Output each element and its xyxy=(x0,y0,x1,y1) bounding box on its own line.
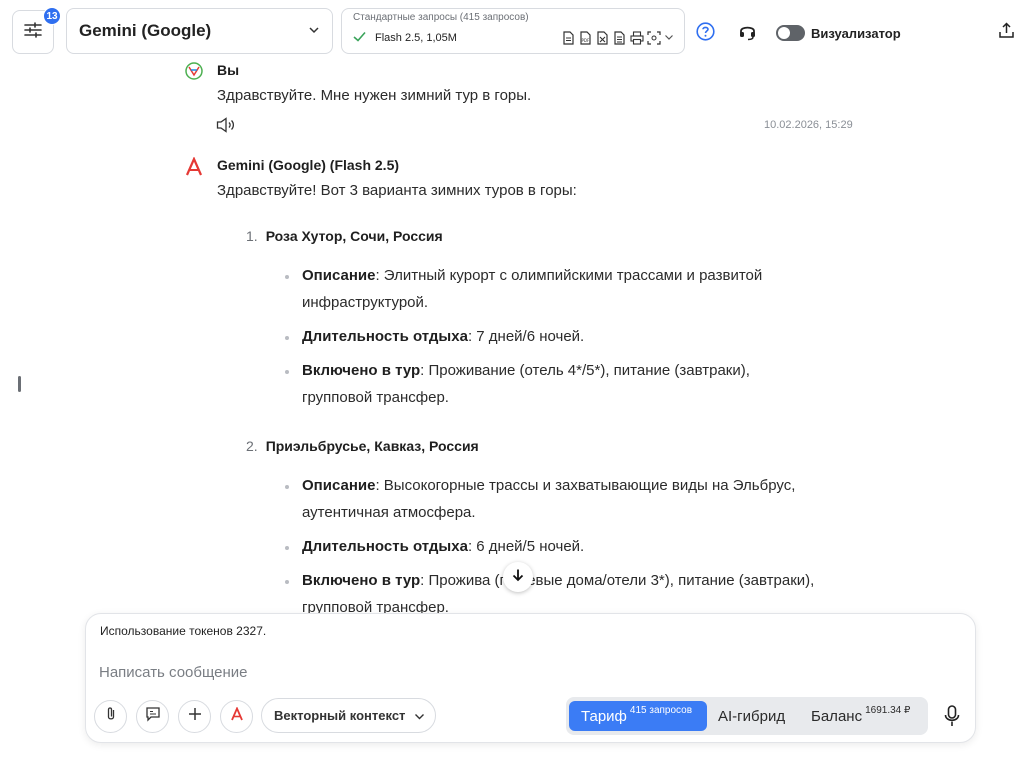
list-number: 2. xyxy=(246,438,258,454)
user-avatar-icon xyxy=(184,61,204,81)
bullet-label: Длительность отдыха xyxy=(302,328,468,345)
top-bar: 13 Gemini (Google) Стандартные запросы (… xyxy=(0,0,1024,60)
user-message-text: Здравствуйте. Мне нужен зимний тур в гор… xyxy=(217,87,532,104)
tour-title: Роза Хутор, Сочи, Россия xyxy=(265,228,443,244)
help-icon[interactable] xyxy=(696,22,715,46)
print-icon[interactable] xyxy=(630,31,644,45)
headset-icon[interactable] xyxy=(738,22,757,46)
tour-title: Приэльбрусье, Кавказ, Россия xyxy=(265,438,479,454)
bullet-label: Длительность отдыха xyxy=(302,538,468,555)
bullet-label: Включено в тур xyxy=(302,572,421,589)
text-file-icon[interactable] xyxy=(613,31,626,45)
user-author: Вы xyxy=(217,62,240,78)
vector-context-label: Векторный контекст xyxy=(274,708,406,723)
speaker-icon[interactable] xyxy=(216,117,236,138)
bullet-label: Включено в тур xyxy=(302,362,421,379)
tour-section: 2. Приэльбрусье, Кавказ, Россия Описание… xyxy=(216,436,856,614)
arrow-down-icon xyxy=(511,568,525,587)
toggle-knob xyxy=(778,27,790,39)
balance-label: Баланс xyxy=(811,707,863,725)
tariff-label: Тариф xyxy=(581,707,627,725)
list-item: Описание: Элитный курорт с олимпийскими … xyxy=(285,262,822,316)
notification-badge: 13 xyxy=(43,7,61,25)
model-switch-button[interactable] xyxy=(220,700,253,733)
bot-intro-text: Здравствуйте! Вот 3 варианта зимних туро… xyxy=(217,182,577,199)
balance-tab[interactable]: Баланс 1691.34 ₽ xyxy=(811,701,910,731)
tariff-requests: 415 запросов xyxy=(629,704,693,716)
prompt-button[interactable] xyxy=(136,700,169,733)
billing-mode-switch: Тариф 415 запросов AI-гибрид Баланс 1691.3… xyxy=(566,697,928,735)
scroll-down-button[interactable] xyxy=(503,562,533,592)
list-number: 1. xyxy=(246,228,258,244)
gemini-logo-icon xyxy=(230,706,244,726)
list-item: Длительность отдыха: 6 дней/5 ночей. xyxy=(285,533,822,560)
message-input[interactable]: Написать сообщение xyxy=(99,664,248,681)
chat-area: Вы Здравствуйте. Мне нужен зимний тур в … xyxy=(0,58,1024,614)
paperclip-icon xyxy=(104,706,118,727)
list-item: Включено в тур: Прожива (гостевые дома/о… xyxy=(285,567,822,614)
message-composer: Использование токенов 2327. Написать соо… xyxy=(85,613,976,743)
bullet-label: Описание xyxy=(302,267,376,284)
tariff-tab[interactable]: Тариф 415 запросов xyxy=(569,701,707,731)
chevron-down-icon[interactable] xyxy=(664,29,674,47)
tour-section: 1. Роза Хутор, Сочи, Россия Описание: Эл… xyxy=(216,226,856,411)
vector-context-select[interactable]: Векторный контекст xyxy=(261,698,436,733)
attach-button[interactable] xyxy=(94,700,127,733)
visualizer-toggle[interactable] xyxy=(776,25,805,41)
share-upload-icon[interactable] xyxy=(998,22,1015,44)
svg-text:PDF: PDF xyxy=(582,38,590,43)
chat-bubble-icon xyxy=(145,706,161,727)
check-icon xyxy=(353,31,366,45)
bullet-label: Описание xyxy=(302,477,376,494)
plus-icon xyxy=(188,707,202,726)
pdf-icon[interactable]: PDF xyxy=(579,31,592,45)
chevron-down-icon xyxy=(308,23,320,41)
resize-handle[interactable] xyxy=(18,376,21,392)
bullet-text: : Высокогорные трассы и захватывающие ви… xyxy=(302,477,796,521)
plan-select[interactable]: Стандартные запросы (415 запросов) Flash… xyxy=(341,8,685,54)
bot-author: Gemini (Google) (Flash 2.5) xyxy=(217,157,400,173)
bullet-text: : 7 дней/6 ночей. xyxy=(467,328,585,345)
document-icon[interactable] xyxy=(562,31,575,45)
model-name: Gemini (Google) xyxy=(79,21,212,40)
ai-hybrid-label: AI-гибрид xyxy=(718,707,786,725)
screenshot-icon[interactable] xyxy=(647,31,661,45)
list-item: Длительность отдыха: 7 дней/6 ночей. xyxy=(285,323,822,350)
token-usage: Использование токенов 2327. xyxy=(100,624,267,638)
balance-amount: 1691.34 ₽ xyxy=(865,704,911,716)
message-timestamp: 10.02.2026, 15:29 xyxy=(764,119,853,131)
model-select[interactable]: Gemini (Google) xyxy=(66,8,333,54)
visualizer-label: Визуализатор xyxy=(811,26,901,41)
plan-selected-value: Flash 2.5, 1,05M xyxy=(375,32,457,44)
list-item: Описание: Высокогорные трассы и захватыв… xyxy=(285,472,822,526)
list-item: Включено в тур: Проживание (отель 4*/5*)… xyxy=(285,357,822,411)
microphone-icon[interactable] xyxy=(944,705,960,732)
excel-icon[interactable] xyxy=(596,31,609,45)
gemini-avatar-icon xyxy=(184,156,204,177)
ai-hybrid-tab[interactable]: AI-гибрид xyxy=(718,701,785,731)
bullet-text: : 6 дней/5 ночей. xyxy=(467,538,585,555)
add-button[interactable] xyxy=(178,700,211,733)
tour-list: 1. Роза Хутор, Сочи, Россия Описание: Эл… xyxy=(216,226,856,614)
chevron-down-icon xyxy=(414,710,425,725)
sliders-icon xyxy=(24,21,42,43)
plan-group-label: Стандартные запросы (415 запросов) xyxy=(353,12,529,23)
